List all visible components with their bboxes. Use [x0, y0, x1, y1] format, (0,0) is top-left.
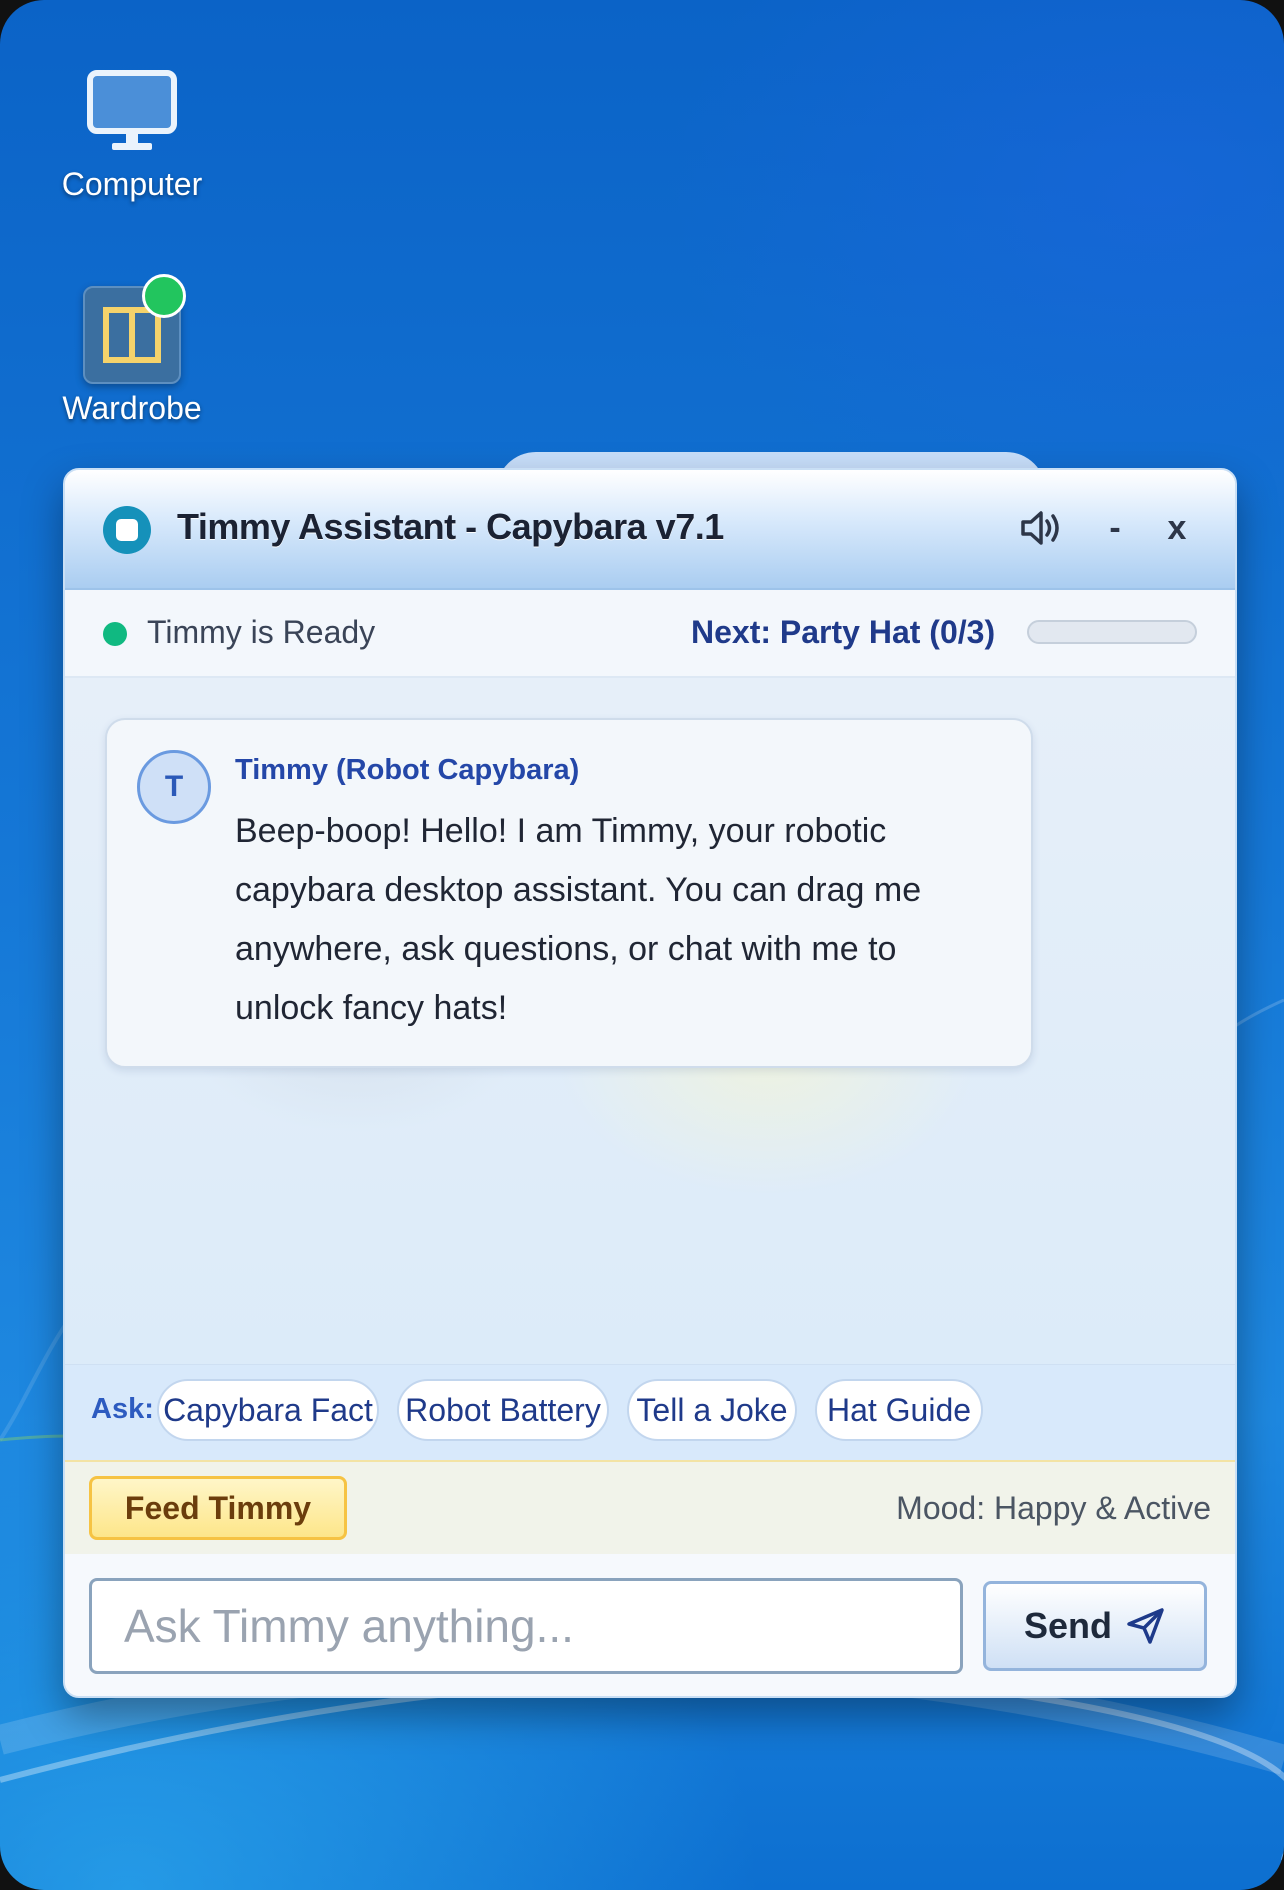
chip-hat-guide[interactable]: Hat Guide	[815, 1379, 983, 1441]
title-bar[interactable]: Timmy Assistant - Capybara v7.1 - x	[65, 470, 1235, 590]
speaker-button[interactable]	[1013, 500, 1069, 556]
window-title: Timmy Assistant - Capybara v7.1	[177, 506, 724, 547]
timmy-assistant-window[interactable]: Timmy Assistant - Capybara v7.1 - x Timm…	[63, 468, 1237, 1698]
send-button[interactable]: Send	[983, 1581, 1207, 1671]
close-button[interactable]: x	[1153, 500, 1201, 556]
desktop-icon-label: Wardrobe	[62, 390, 202, 426]
message-sender: Timmy (Robot Capybara)	[235, 754, 580, 786]
mood-text: Mood: Happy & Active	[896, 1490, 1211, 1526]
wardrobe-icon	[52, 274, 212, 390]
status-bar: Timmy is Ready Next: Party Hat (0/3)	[65, 590, 1235, 678]
desktop-icon-computer[interactable]: Computer	[52, 56, 212, 203]
speaker-icon	[1021, 511, 1059, 545]
computer-icon	[52, 56, 212, 166]
next-unlock-text: Next: Party Hat (0/3)	[691, 614, 996, 650]
ready-status-text: Timmy is Ready	[147, 614, 376, 650]
chip-capybara-fact[interactable]: Capybara Fact	[157, 1379, 379, 1441]
ready-indicator	[103, 622, 127, 646]
chip-robot-battery[interactable]: Robot Battery	[397, 1379, 609, 1441]
message-input[interactable]	[89, 1578, 963, 1674]
send-icon	[1127, 1608, 1164, 1644]
message-bubble: T Timmy (Robot Capybara) Beep-boop! Hell…	[105, 718, 1033, 1068]
feed-timmy-button[interactable]: Feed Timmy	[89, 1476, 347, 1540]
desktop-icon-label: Computer	[61, 166, 203, 202]
quick-ask-bar: Ask: Capybara Fact Robot Battery Tell a …	[65, 1364, 1235, 1461]
desktop-icon-wardrobe[interactable]: Wardrobe	[52, 274, 212, 427]
chip-tell-a-joke[interactable]: Tell a Joke	[627, 1379, 797, 1441]
app-icon	[103, 506, 151, 554]
minimize-button[interactable]: -	[1095, 500, 1135, 556]
send-label: Send	[1023, 1605, 1112, 1646]
composer: Send	[65, 1554, 1235, 1696]
feed-bar: Feed Timmy Mood: Happy & Active	[65, 1460, 1235, 1556]
notification-badge	[142, 274, 186, 318]
desktop: Computer Wardrobe Timmy Assistant - Capy…	[0, 0, 1284, 1890]
hat-progress-bar	[1027, 620, 1197, 644]
avatar: T	[137, 750, 211, 824]
ask-label: Ask:	[91, 1393, 154, 1425]
message-text: Beep-boop! Hello! I am Timmy, your robot…	[235, 812, 922, 1027]
chat-area[interactable]: T Timmy (Robot Capybara) Beep-boop! Hell…	[65, 678, 1235, 1364]
